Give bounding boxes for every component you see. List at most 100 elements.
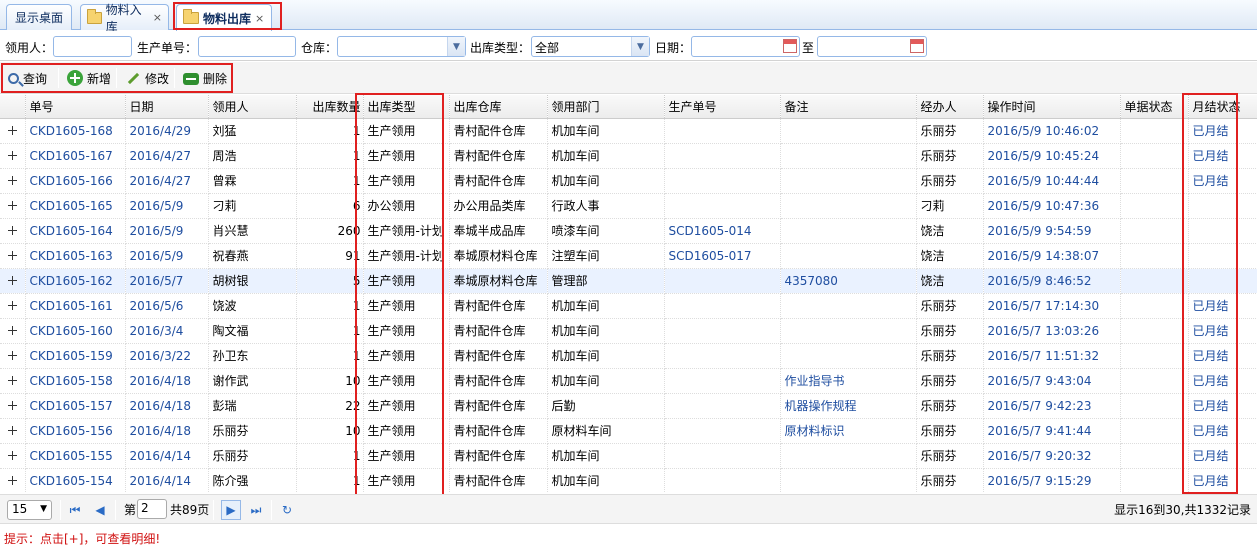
receiver-input[interactable] [53, 36, 132, 57]
expand-plus-icon[interactable] [7, 350, 17, 360]
table-row[interactable]: CKD1605-163 2016/5/9 祝春燕 91 生产领用-计划 奉城原材料仓库 注塑… [0, 243, 1257, 269]
table-row[interactable]: CKD1605-157 2016/4/18 彭瑞 22 生产领用 青村配件仓库 后勤 机器操作… [0, 393, 1257, 419]
cell-dept: 机加车间 [547, 293, 665, 319]
chevron-down-icon: ▼ [40, 504, 47, 514]
column-header[interactable]: 备注 [780, 95, 917, 119]
cell-time: 2016/5/9 10:47:36 [983, 193, 1121, 219]
cell-month: 已月结 [1188, 318, 1257, 344]
expand-cell[interactable] [0, 368, 26, 394]
out-type-select[interactable]: 全部 ▼ [531, 36, 650, 57]
expand-plus-icon[interactable] [7, 175, 17, 185]
cell-type: 办公领用 [363, 193, 450, 219]
expand-plus-icon[interactable] [7, 400, 17, 410]
cell-op: 乐丽芬 [916, 318, 984, 344]
expand-cell[interactable] [0, 393, 26, 419]
close-icon[interactable]: × [255, 12, 264, 25]
column-header[interactable]: 操作时间 [983, 95, 1121, 119]
refresh-button[interactable]: ↻ [277, 500, 297, 520]
expand-cell[interactable] [0, 318, 26, 344]
cell-type: 生产领用 [363, 393, 450, 419]
calendar-icon[interactable] [910, 39, 924, 53]
edit-button[interactable]: 修改 [121, 66, 173, 90]
table-row[interactable]: CKD1605-166 2016/4/27 曾霖 1 生产领用 青村配件仓库 机加车间 乐丽芬… [0, 168, 1257, 194]
prev-page-button[interactable]: ◀ [90, 500, 110, 520]
add-button[interactable]: 新增 [63, 66, 115, 90]
expand-plus-icon[interactable] [7, 450, 17, 460]
calendar-icon[interactable] [783, 39, 797, 53]
cell-recv: 胡树银 [208, 268, 297, 294]
expand-plus-icon[interactable] [7, 225, 17, 235]
cell-op: 乐丽芬 [916, 418, 984, 444]
chevron-down-icon[interactable]: ▼ [631, 37, 649, 56]
expand-plus-icon[interactable] [7, 200, 17, 210]
tab-desktop[interactable]: 显示桌面 [6, 4, 72, 30]
expand-cell[interactable] [0, 243, 26, 269]
close-icon[interactable]: × [153, 11, 162, 24]
column-header[interactable]: 生产单号 [664, 95, 781, 119]
expand-plus-icon[interactable] [7, 125, 17, 135]
query-button[interactable]: 查询 [4, 66, 51, 90]
column-header[interactable]: 出库类型 [363, 95, 450, 119]
expand-plus-icon[interactable] [7, 425, 17, 435]
cell-op: 饶洁 [916, 243, 984, 269]
warehouse-select[interactable]: ▼ [337, 36, 466, 57]
table-row[interactable]: CKD1605-160 2016/3/4 陶文福 1 生产领用 青村配件仓库 机加车间 乐丽芬… [0, 318, 1257, 344]
column-header[interactable]: 单号 [25, 95, 126, 119]
pager-divider [213, 500, 214, 520]
tab-material-out[interactable]: 物料出库 × [176, 4, 272, 31]
column-header[interactable]: 出库仓库 [449, 95, 548, 119]
page-size-select[interactable]: 15 ▼ [7, 500, 52, 520]
column-header[interactable]: 单据状态 [1120, 95, 1189, 119]
expand-cell[interactable] [0, 343, 26, 369]
expand-cell[interactable] [0, 443, 26, 469]
column-header[interactable]: 经办人 [916, 95, 984, 119]
table-row[interactable]: CKD1605-165 2016/5/9 刁莉 6 办公领用 办公用品类库 行政人事 刁莉 20… [0, 193, 1257, 219]
prod-no-input[interactable] [198, 36, 296, 57]
column-header[interactable]: 领用部门 [547, 95, 665, 119]
table-row[interactable]: CKD1605-158 2016/4/18 谢作武 10 生产领用 青村配件仓库 机加车间 作… [0, 368, 1257, 394]
cell-qty: 1 [296, 118, 364, 144]
table-row[interactable]: CKD1605-161 2016/5/6 饶波 1 生产领用 青村配件仓库 机加车间 乐丽芬 2… [0, 293, 1257, 319]
table-row[interactable]: CKD1605-164 2016/5/9 肖兴慧 260 生产领用-计划 奉城半成品库 喷漆… [0, 218, 1257, 244]
column-header[interactable]: 领用人 [208, 95, 297, 119]
expand-cell[interactable] [0, 218, 26, 244]
table-row[interactable]: CKD1605-155 2016/4/14 乐丽芬 1 生产领用 青村配件仓库 机加车间 乐丽… [0, 443, 1257, 469]
expand-cell[interactable] [0, 293, 26, 319]
chevron-down-icon[interactable]: ▼ [447, 37, 465, 56]
table-row[interactable]: CKD1605-162 2016/5/7 胡树银 5 生产领用 奉城原材料仓库 管理部 435… [0, 268, 1257, 294]
next-page-button[interactable]: ▶ [221, 500, 241, 520]
first-page-button[interactable]: ⏮ [65, 500, 85, 520]
expand-cell[interactable] [0, 193, 26, 219]
cell-date: 2016/4/14 [125, 468, 209, 493]
table-row[interactable]: CKD1605-154 2016/4/14 陈介强 1 生产领用 青村配件仓库 机加车间 乐丽… [0, 468, 1257, 493]
expand-cell[interactable] [0, 418, 26, 444]
table-row[interactable]: CKD1605-168 2016/4/29 刘猛 1 生产领用 青村配件仓库 机加车间 乐丽芬… [0, 118, 1257, 144]
delete-button[interactable]: 删除 [179, 66, 231, 90]
table-row[interactable]: CKD1605-156 2016/4/18 乐丽芬 10 生产领用 青村配件仓库 原材料车间… [0, 418, 1257, 444]
expand-cell[interactable] [0, 168, 26, 194]
expand-cell[interactable] [0, 118, 26, 144]
add-icon [67, 70, 83, 86]
tab-material-in[interactable]: 物料入库 × [80, 3, 169, 34]
expand-cell[interactable] [0, 143, 26, 169]
column-header[interactable]: 月结状态 [1188, 95, 1257, 119]
cell-time: 2016/5/9 8:46:52 [983, 268, 1121, 294]
expand-cell[interactable] [0, 268, 26, 294]
cell-month: 已月结 [1188, 443, 1257, 469]
date-from-input[interactable] [691, 36, 800, 57]
expand-plus-icon[interactable] [7, 275, 17, 285]
expand-plus-icon[interactable] [7, 300, 17, 310]
column-header[interactable]: 日期 [125, 95, 209, 119]
page-number-input[interactable]: 2 [137, 499, 167, 519]
column-header[interactable]: 出库数量 [296, 95, 364, 119]
expand-plus-icon[interactable] [7, 325, 17, 335]
date-to-input[interactable] [817, 36, 927, 57]
expand-plus-icon[interactable] [7, 375, 17, 385]
expand-plus-icon[interactable] [7, 475, 17, 485]
expand-plus-icon[interactable] [7, 150, 17, 160]
last-page-button[interactable]: ⏭ [246, 500, 266, 520]
expand-plus-icon[interactable] [7, 250, 17, 260]
expand-cell[interactable] [0, 468, 26, 493]
table-row[interactable]: CKD1605-159 2016/3/22 孙卫东 1 生产领用 青村配件仓库 机加车间 乐丽… [0, 343, 1257, 369]
table-row[interactable]: CKD1605-167 2016/4/27 周浩 1 生产领用 青村配件仓库 机加车间 乐丽芬… [0, 143, 1257, 169]
